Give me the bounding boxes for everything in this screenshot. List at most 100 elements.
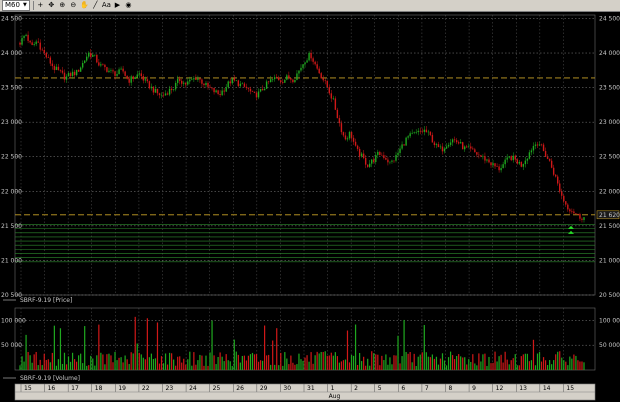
volume-bar bbox=[203, 365, 205, 370]
volume-bar bbox=[470, 361, 472, 370]
candle-body bbox=[306, 60, 308, 63]
volume-bar bbox=[449, 351, 452, 370]
volume-bar bbox=[61, 363, 64, 370]
candle-body bbox=[534, 144, 537, 146]
timeframe-select[interactable]: M60 ▼ bbox=[2, 0, 30, 11]
volume-bar bbox=[316, 351, 318, 370]
candle-body bbox=[274, 77, 276, 80]
zoom-in-icon[interactable]: ⊕ bbox=[58, 1, 67, 10]
volume-bar bbox=[217, 356, 219, 370]
candle-body bbox=[259, 89, 262, 92]
volume-bar bbox=[300, 359, 302, 370]
volume-bar bbox=[140, 354, 142, 370]
volume-bar bbox=[65, 364, 68, 370]
candle-body bbox=[215, 90, 217, 93]
volume-bar bbox=[71, 352, 74, 370]
candle-body bbox=[575, 213, 577, 214]
volume-bar bbox=[439, 358, 442, 370]
volume-bar bbox=[379, 365, 381, 370]
volume-bar bbox=[154, 358, 157, 370]
volume-bar bbox=[460, 356, 462, 370]
eye-icon[interactable]: ◉ bbox=[124, 1, 133, 10]
candle-body bbox=[247, 88, 250, 89]
candle-body bbox=[104, 64, 106, 68]
candle-body bbox=[160, 94, 163, 96]
volume-bar bbox=[528, 361, 531, 370]
candle-body bbox=[360, 153, 363, 157]
candle-body bbox=[486, 159, 488, 161]
candle-body bbox=[554, 174, 557, 177]
volume-bar bbox=[555, 354, 557, 370]
volume-bar bbox=[261, 360, 264, 370]
candle-body bbox=[437, 144, 440, 148]
volume-bar bbox=[490, 363, 492, 370]
candle-body bbox=[152, 86, 155, 93]
candle-body bbox=[344, 135, 347, 140]
volume-bar bbox=[144, 359, 146, 370]
candle-body bbox=[29, 40, 31, 43]
volume-bar bbox=[27, 351, 29, 370]
candle-body bbox=[183, 82, 185, 84]
volume-bar bbox=[112, 362, 114, 370]
candle-body bbox=[371, 159, 373, 164]
volume-bar bbox=[80, 353, 82, 370]
candle-body bbox=[502, 164, 504, 169]
volume-bar bbox=[150, 353, 153, 370]
volume-bar bbox=[69, 361, 72, 370]
zoom-out-icon[interactable]: ⊖ bbox=[69, 1, 78, 10]
time-tick-label: 5 bbox=[378, 385, 382, 392]
volume-bar bbox=[243, 355, 245, 370]
chart-area[interactable]: 21 620 20 500 20 500 21 000 21 000 21 500 21 … bbox=[0, 12, 620, 402]
volume-bar bbox=[405, 351, 407, 370]
volume-bar bbox=[253, 354, 256, 370]
volume-bar bbox=[78, 355, 80, 370]
volume-bar bbox=[359, 353, 361, 370]
volume-bar bbox=[498, 356, 500, 370]
candle-body bbox=[405, 137, 407, 146]
volume-bar bbox=[520, 356, 522, 370]
candle-body bbox=[269, 79, 272, 83]
marker-icon[interactable]: ▶ bbox=[113, 1, 122, 10]
candle-body bbox=[170, 88, 173, 90]
volume-tick-label-right: 50 000 bbox=[599, 342, 620, 349]
volume-bar bbox=[241, 355, 243, 370]
candle-body bbox=[49, 57, 52, 64]
line-tool-icon[interactable]: ╱ bbox=[91, 1, 100, 10]
candle-body bbox=[484, 156, 486, 161]
candle-body bbox=[39, 42, 41, 50]
volume-bar bbox=[569, 356, 571, 370]
pan-icon[interactable]: ✋ bbox=[80, 1, 89, 10]
candle-body bbox=[237, 80, 240, 87]
volume-bar bbox=[235, 351, 237, 370]
candle-body bbox=[90, 52, 92, 57]
candle-body bbox=[253, 91, 256, 93]
volume-bar bbox=[104, 364, 106, 370]
volume-bar bbox=[124, 355, 126, 370]
candle-body bbox=[235, 80, 238, 82]
hand-icon[interactable]: ✥ bbox=[47, 1, 56, 10]
candle-body bbox=[154, 88, 157, 93]
candle-body bbox=[302, 64, 304, 68]
volume-bar bbox=[59, 328, 62, 370]
candle-body bbox=[550, 160, 553, 168]
candle-body bbox=[377, 151, 379, 155]
volume-bar bbox=[251, 352, 254, 370]
volume-bar bbox=[445, 365, 448, 370]
candle-body bbox=[358, 148, 361, 157]
candle-body bbox=[544, 151, 547, 157]
candle-body bbox=[118, 69, 120, 75]
volume-bar bbox=[421, 352, 423, 370]
volume-bar bbox=[419, 354, 421, 370]
candle-body bbox=[387, 159, 389, 163]
volume-bar bbox=[346, 330, 349, 370]
time-tick-label: 18 bbox=[95, 385, 103, 392]
volume-bar bbox=[298, 353, 300, 370]
volume-bar bbox=[579, 361, 581, 370]
text-tool-icon[interactable]: Aa bbox=[102, 1, 111, 10]
volume-bar bbox=[330, 352, 332, 370]
last-price-label: 21 620 bbox=[599, 212, 620, 219]
crosshair-icon[interactable]: + bbox=[36, 1, 45, 10]
price-tick-label-left: 22 500 bbox=[1, 154, 22, 161]
volume-bar bbox=[205, 355, 207, 370]
candle-body bbox=[573, 211, 575, 214]
